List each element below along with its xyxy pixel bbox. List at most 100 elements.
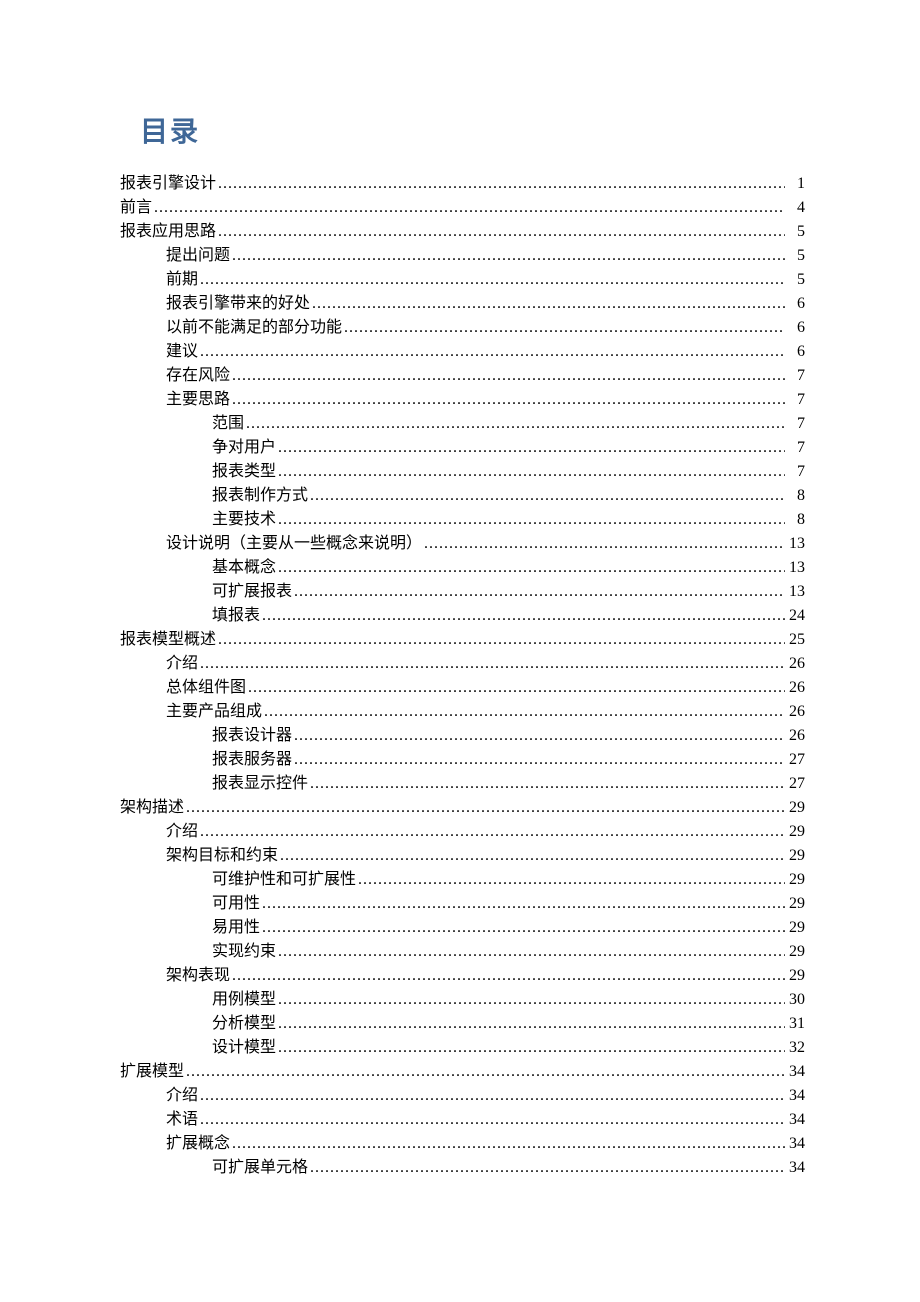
- toc-entry: 可维护性和可扩展性29: [120, 868, 805, 892]
- toc-entry-label: 报表引擎带来的好处: [166, 292, 310, 316]
- toc-leader-dots: [262, 892, 785, 916]
- toc-entry-label: 易用性: [212, 916, 260, 940]
- toc-entry-page: 26: [787, 676, 805, 700]
- toc-entry-page: 7: [787, 364, 805, 388]
- toc-entry-label: 扩展概念: [166, 1132, 230, 1156]
- toc-entry-page: 6: [787, 292, 805, 316]
- toc-entry-page: 34: [787, 1156, 805, 1180]
- toc-leader-dots: [278, 940, 785, 964]
- toc-entry: 介绍29: [120, 820, 805, 844]
- toc-entry-label: 设计说明（主要从一些概念来说明）: [166, 532, 422, 556]
- toc-entry: 前言 4: [120, 196, 805, 220]
- toc-entry-label: 总体组件图: [166, 676, 246, 700]
- toc-leader-dots: [294, 724, 785, 748]
- toc-entry-page: 5: [787, 244, 805, 268]
- toc-leader-dots: [294, 580, 785, 604]
- toc-leader-dots: [232, 388, 785, 412]
- toc-entry-page: 27: [787, 772, 805, 796]
- toc-entry-label: 前期: [166, 268, 198, 292]
- toc-entry: 架构目标和约束 29: [120, 844, 805, 868]
- toc-entry-page: 30: [787, 988, 805, 1012]
- toc-entry: 介绍 34: [120, 1084, 805, 1108]
- toc-leader-dots: [344, 316, 785, 340]
- toc-entry-label: 报表引擎设计: [120, 172, 216, 196]
- toc-entry-label: 报表设计器: [212, 724, 292, 748]
- toc-entry-page: 29: [787, 916, 805, 940]
- toc-entry-page: 26: [787, 652, 805, 676]
- toc-entry: 以前不能满足的部分功能 6: [120, 316, 805, 340]
- toc-entry: 报表服务器 27: [120, 748, 805, 772]
- toc-leader-dots: [278, 1036, 785, 1060]
- toc-entry-page: 29: [787, 844, 805, 868]
- toc-leader-dots: [312, 292, 785, 316]
- toc-entry-page: 5: [787, 268, 805, 292]
- toc-list: 报表引擎设计1前言4报表应用思路5提出问题5前期5报表引擎带来的好处6以前不能满…: [120, 172, 805, 1180]
- toc-entry-label: 以前不能满足的部分功能: [166, 316, 342, 340]
- toc-entry-label: 分析模型: [212, 1012, 276, 1036]
- toc-entry: 建议6: [120, 340, 805, 364]
- toc-entry-label: 可扩展单元格: [212, 1156, 308, 1180]
- toc-entry-page: 13: [787, 556, 805, 580]
- toc-entry-page: 29: [787, 796, 805, 820]
- toc-entry: 争对用户7: [120, 436, 805, 460]
- toc-leader-dots: [310, 1156, 785, 1180]
- toc-entry-label: 前言: [120, 196, 152, 220]
- toc-entry-label: 可用性: [212, 892, 260, 916]
- toc-leader-dots: [200, 1108, 785, 1132]
- toc-entry-label: 报表制作方式: [212, 484, 308, 508]
- toc-entry: 主要技术8: [120, 508, 805, 532]
- toc-entry-page: 29: [787, 964, 805, 988]
- toc-leader-dots: [278, 556, 785, 580]
- toc-leader-dots: [232, 964, 785, 988]
- toc-entry-label: 设计模型: [212, 1036, 276, 1060]
- toc-entry: 报表引擎带来的好处 6: [120, 292, 805, 316]
- toc-entry-page: 34: [787, 1060, 805, 1084]
- toc-entry-page: 26: [787, 724, 805, 748]
- toc-entry-label: 报表服务器: [212, 748, 292, 772]
- toc-entry-label: 架构描述: [120, 796, 184, 820]
- toc-entry: 设计说明（主要从一些概念来说明）13: [120, 532, 805, 556]
- toc-entry-label: 可维护性和可扩展性: [212, 868, 356, 892]
- toc-entry: 范围7: [120, 412, 805, 436]
- toc-entry-page: 5: [787, 220, 805, 244]
- toc-entry-label: 存在风险: [166, 364, 230, 388]
- toc-entry: 报表显示控件27: [120, 772, 805, 796]
- toc-entry: 报表设计器 26: [120, 724, 805, 748]
- toc-entry-page: 6: [787, 316, 805, 340]
- toc-entry-label: 主要技术: [212, 508, 276, 532]
- toc-leader-dots: [262, 604, 785, 628]
- toc-entry-label: 实现约束: [212, 940, 276, 964]
- toc-entry: 分析模型31: [120, 1012, 805, 1036]
- toc-leader-dots: [218, 172, 785, 196]
- toc-leader-dots: [278, 460, 785, 484]
- toc-entry-label: 基本概念: [212, 556, 276, 580]
- toc-entry: 报表模型概述25: [120, 628, 805, 652]
- toc-entry: 主要产品组成26: [120, 700, 805, 724]
- toc-leader-dots: [232, 364, 785, 388]
- toc-entry: 实现约束29: [120, 940, 805, 964]
- toc-leader-dots: [200, 340, 785, 364]
- toc-entry-page: 34: [787, 1084, 805, 1108]
- toc-leader-dots: [200, 652, 785, 676]
- toc-entry-page: 27: [787, 748, 805, 772]
- toc-entry: 前期 5: [120, 268, 805, 292]
- toc-heading: 目录: [140, 110, 805, 150]
- toc-entry: 提出问题5: [120, 244, 805, 268]
- toc-entry-label: 介绍: [166, 1084, 198, 1108]
- toc-entry-label: 报表模型概述: [120, 628, 216, 652]
- toc-leader-dots: [262, 916, 785, 940]
- toc-entry: 报表制作方式8: [120, 484, 805, 508]
- toc-entry-label: 架构目标和约束: [166, 844, 278, 868]
- toc-entry-label: 用例模型: [212, 988, 276, 1012]
- toc-entry-page: 7: [787, 436, 805, 460]
- toc-entry-label: 报表应用思路: [120, 220, 216, 244]
- toc-entry: 可扩展报表13: [120, 580, 805, 604]
- toc-entry-page: 4: [787, 196, 805, 220]
- toc-entry-label: 可扩展报表: [212, 580, 292, 604]
- toc-entry-page: 32: [787, 1036, 805, 1060]
- toc-leader-dots: [278, 988, 785, 1012]
- toc-leader-dots: [280, 844, 785, 868]
- toc-leader-dots: [294, 748, 785, 772]
- toc-leader-dots: [186, 1060, 785, 1084]
- toc-leader-dots: [278, 1012, 785, 1036]
